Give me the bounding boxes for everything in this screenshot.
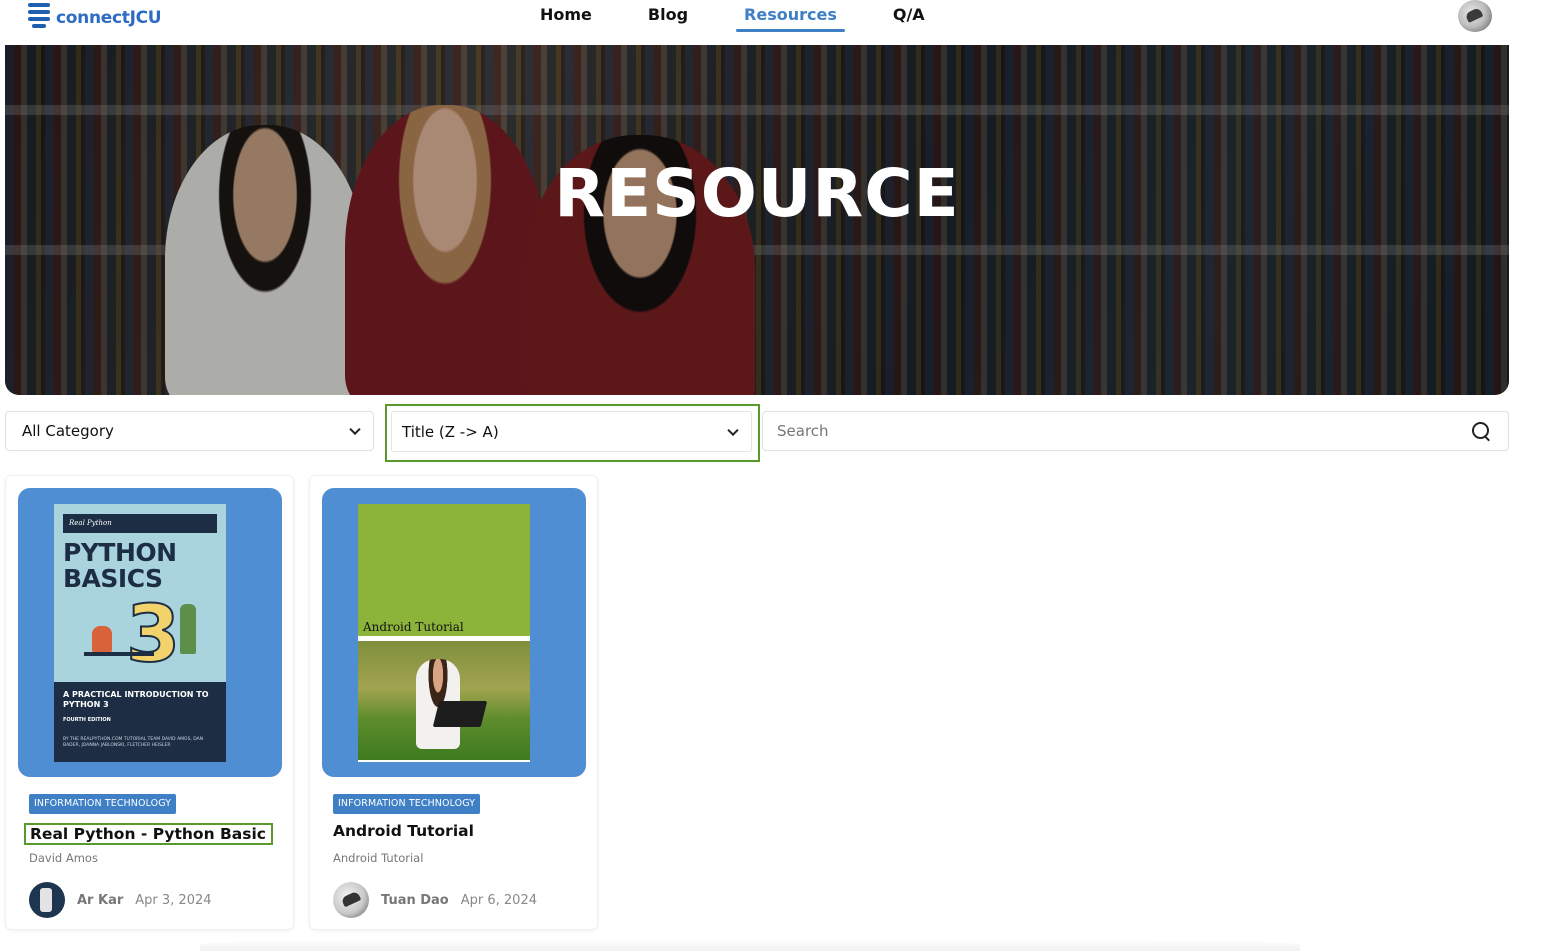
cover-title-line: PYTHON — [63, 538, 177, 567]
resource-title[interactable]: Android Tutorial — [333, 822, 474, 840]
upload-date: Apr 3, 2024 — [135, 892, 212, 908]
resource-author: Android Tutorial — [333, 851, 424, 865]
sort-select-field[interactable]: Title (Z -> A) — [391, 411, 752, 452]
logo[interactable]: connectJCU — [26, 0, 162, 36]
search-icon[interactable] — [1472, 422, 1490, 440]
cover-edition: FOURTH EDITION — [63, 717, 111, 723]
book-cover-image: Android Tutorial — [358, 504, 530, 762]
nav-resources[interactable]: Resources — [736, 0, 845, 32]
resource-card[interactable]: Android Tutorial INFORMATION TECHNOLOGY … — [309, 475, 598, 930]
brand-name: connectJCU — [56, 8, 162, 28]
category-select-value: All Category — [22, 422, 114, 440]
chevron-down-icon — [727, 424, 739, 436]
resource-author: David Amos — [29, 851, 98, 865]
top-navbar: connectJCU Home Blog Resources Q/A — [0, 0, 1544, 44]
nav-links: Home Blog Resources Q/A — [540, 0, 981, 32]
upload-date: Apr 6, 2024 — [460, 892, 537, 908]
search-input[interactable] — [777, 422, 1457, 440]
laptop-icon — [432, 701, 488, 727]
cover-figure — [180, 604, 196, 654]
cover-brand: Real Python — [63, 514, 217, 533]
chevron-down-icon — [349, 423, 361, 436]
uploader-avatar[interactable] — [29, 882, 65, 918]
category-badge[interactable]: INFORMATION TECHNOLOGY — [29, 794, 177, 814]
resource-cover[interactable]: Android Tutorial — [322, 488, 586, 777]
cover-header — [358, 504, 530, 636]
hero-banner: RESOURCE — [5, 45, 1509, 395]
cover-desk — [84, 652, 154, 656]
nav-qa[interactable]: Q/A — [893, 0, 925, 32]
page-title: RESOURCE — [554, 155, 960, 232]
uploader-name[interactable]: Tuan Dao — [381, 893, 449, 908]
nav-home[interactable]: Home — [540, 0, 592, 32]
uploader-name[interactable]: Ar Kar — [77, 893, 123, 908]
cover-title: Android Tutorial — [363, 620, 464, 634]
resource-meta: Ar Kar Apr 3, 2024 — [29, 882, 212, 918]
cover-illustration: 3 — [84, 590, 204, 680]
cover-figure — [92, 626, 112, 652]
resource-card[interactable]: Real Python PYTHON BASICS 3 A PRACTICAL … — [5, 475, 294, 930]
user-avatar[interactable] — [1458, 0, 1492, 32]
footer-shadow — [200, 938, 1300, 951]
sort-select-value: Title (Z -> A) — [402, 422, 499, 441]
category-select[interactable]: All Category — [5, 411, 374, 451]
uploader-avatar[interactable] — [333, 882, 369, 918]
cover-big-number: 3 — [125, 590, 181, 680]
cover-title-line: BASICS — [63, 564, 163, 593]
resource-meta: Tuan Dao Apr 6, 2024 — [333, 882, 537, 918]
category-badge[interactable]: INFORMATION TECHNOLOGY — [333, 794, 481, 814]
cover-title: PYTHON BASICS — [63, 540, 177, 592]
cover-credits: BY THE REALPYTHON.COM TUTORIAL TEAM DAVI… — [63, 737, 204, 748]
sort-select[interactable]: Title (Z -> A) — [385, 404, 760, 462]
cover-subtitle: A PRACTICAL INTRODUCTION TO PYTHON 3 — [63, 690, 209, 709]
cover-footer: A PRACTICAL INTRODUCTION TO PYTHON 3 FOU… — [54, 682, 226, 762]
search-box — [762, 411, 1509, 451]
nav-blog[interactable]: Blog — [648, 0, 688, 32]
resource-cover[interactable]: Real Python PYTHON BASICS 3 A PRACTICAL … — [18, 488, 282, 777]
book-cover-image: Real Python PYTHON BASICS 3 A PRACTICAL … — [54, 504, 226, 762]
logo-icon — [26, 1, 52, 35]
cover-photo — [358, 641, 530, 760]
resource-title[interactable]: Real Python - Python Basic — [24, 823, 273, 845]
